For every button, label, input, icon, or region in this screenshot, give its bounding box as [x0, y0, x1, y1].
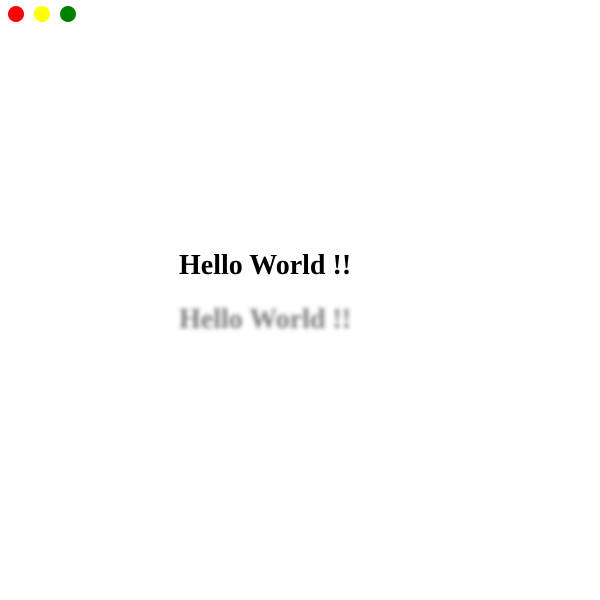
main-content: Hello World !! Hello World !! — [179, 249, 479, 337]
hello-heading: Hello World !! — [179, 250, 352, 281]
maximize-dot-icon[interactable] — [60, 6, 76, 22]
minimize-dot-icon[interactable] — [34, 6, 50, 22]
window-controls — [8, 6, 76, 22]
close-dot-icon[interactable] — [8, 6, 24, 22]
blurred-hello-heading: Hello World !! — [179, 304, 352, 335]
app-window: Hello World !! Hello World !! — [0, 0, 600, 600]
